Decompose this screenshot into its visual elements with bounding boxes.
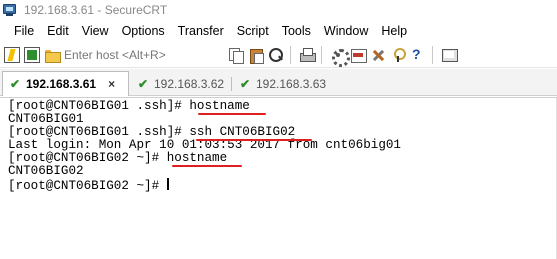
toolbar-separator	[321, 45, 322, 64]
toolbar-separator	[432, 45, 433, 64]
title-bar: 192.168.3.61 - SecureCRT	[0, 0, 557, 20]
find-icon[interactable]	[268, 47, 284, 63]
tab-divider	[231, 77, 232, 91]
check-icon: ✔	[137, 76, 149, 91]
menu-window[interactable]: Window	[318, 24, 375, 38]
toolbar	[0, 42, 557, 68]
session-options-icon[interactable]	[330, 47, 350, 67]
screen-icon[interactable]	[441, 47, 458, 63]
quick-connect-icon[interactable]	[24, 46, 40, 63]
sftp-icon[interactable]	[350, 47, 367, 63]
options-icon[interactable]	[370, 47, 386, 63]
check-icon: ✔	[239, 76, 251, 91]
menu-options[interactable]: Options	[116, 24, 172, 38]
session-tab-bar: ✔ 192.168.3.61 × ✔ 192.168.3.62 ✔ 192.16…	[0, 69, 557, 96]
tab-label: 192.168.3.62	[154, 76, 225, 91]
connect-icon[interactable]	[4, 46, 20, 63]
menu-transfer[interactable]: Transfer	[172, 24, 231, 38]
menu-view[interactable]: View	[76, 24, 116, 38]
tab-192-168-3-63[interactable]: ✔ 192.168.3.63	[233, 71, 326, 96]
window-title: 192.168.3.61 - SecureCRT	[24, 3, 168, 17]
terminal-line: CNT06BIG02	[8, 164, 84, 178]
menu-help[interactable]: Help	[375, 24, 414, 38]
terminal-cursor	[166, 178, 169, 190]
paste-icon[interactable]	[248, 47, 264, 64]
terminal-prompt: [root@CNT06BIG02 ~]#	[8, 179, 167, 193]
connect-in-tab-icon[interactable]	[44, 47, 61, 63]
keymap-icon[interactable]	[390, 47, 406, 63]
toolbar-separator	[290, 45, 291, 64]
securecrt-app-icon	[2, 3, 18, 17]
menu-bar: File Edit View Options Transfer Script T…	[0, 20, 557, 42]
tab-label: 192.168.3.63	[256, 76, 327, 91]
annotation-underline	[198, 113, 266, 115]
help-icon[interactable]	[410, 46, 426, 63]
check-icon: ✔	[9, 77, 21, 91]
annotation-underline	[196, 139, 312, 141]
copy-icon[interactable]	[228, 47, 244, 64]
tab-192-168-3-61[interactable]: ✔ 192.168.3.61 ×	[2, 71, 129, 96]
host-input[interactable]	[64, 45, 224, 64]
menu-file[interactable]: File	[0, 24, 41, 38]
menu-tools[interactable]: Tools	[276, 24, 318, 38]
close-icon[interactable]: ×	[108, 77, 115, 91]
menu-script[interactable]: Script	[231, 24, 276, 38]
terminal-prompt-line: [root@CNT06BIG02 ~]#	[8, 178, 169, 193]
menu-edit[interactable]: Edit	[41, 24, 76, 38]
tab-label: 192.168.3.61	[26, 77, 97, 91]
print-icon[interactable]	[299, 47, 316, 63]
annotation-underline	[172, 165, 242, 167]
terminal-area[interactable]: [root@CNT06BIG01 .ssh]# hostname CNT06BI…	[0, 97, 557, 259]
tab-192-168-3-62[interactable]: ✔ 192.168.3.62	[131, 71, 224, 96]
